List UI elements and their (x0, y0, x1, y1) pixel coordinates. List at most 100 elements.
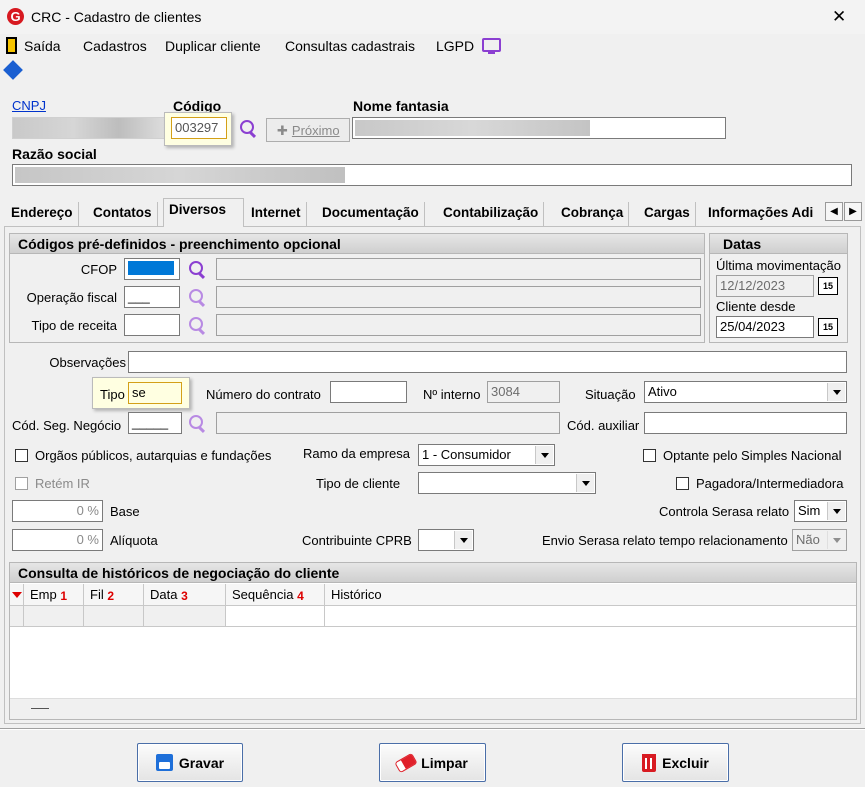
seg-negocio-search-icon[interactable] (188, 414, 206, 432)
col-sequencia-label: Sequência (232, 587, 294, 602)
tab-cobranca[interactable]: Cobrança (556, 202, 630, 226)
sort-indicator-icon (10, 584, 24, 606)
envio-serasa-select: Não (792, 529, 847, 551)
col-fil[interactable]: Fil 2 (84, 584, 144, 606)
menu-cadastros[interactable]: Cadastros (83, 38, 147, 54)
cliente-desde-label: Cliente desde (716, 299, 796, 314)
tab-diversos[interactable]: Diversos (163, 198, 244, 227)
cfop-description (216, 258, 701, 280)
col-data[interactable]: Data 3 (144, 584, 226, 606)
chevron-down-icon (827, 531, 845, 549)
limpar-button[interactable]: Limpar (379, 743, 486, 782)
title-bar: G CRC - Cadastro de clientes ✕ (0, 0, 865, 34)
gravar-label: Gravar (178, 754, 225, 771)
historico-title: Consulta de históricos de negociação do … (10, 563, 856, 583)
table-row[interactable] (10, 606, 856, 627)
diamond-nav-icon[interactable] (3, 60, 23, 80)
gravar-button[interactable]: Gravar (137, 743, 243, 782)
calendar-icon-2[interactable]: 15 (818, 318, 838, 336)
envio-serasa-value: Não (796, 532, 820, 547)
numero-interno-label: Nº interno (423, 387, 481, 402)
eraser-icon (394, 751, 418, 774)
close-icon[interactable]: ✕ (832, 7, 846, 27)
col-emp[interactable]: Emp 1 (24, 584, 84, 606)
cprb-label: Contribuinte CPRB (302, 533, 412, 548)
situacao-label: Situação (585, 387, 636, 402)
numero-contrato-field[interactable] (330, 381, 407, 403)
menu-bar: Saída Cadastros Duplicar cliente Consult… (0, 34, 865, 58)
tab-contatos[interactable]: Contatos (88, 202, 158, 226)
cnpj-field[interactable] (12, 117, 165, 139)
orgaos-publicos-checkbox[interactable] (15, 449, 28, 462)
operacao-search-icon[interactable] (188, 288, 206, 306)
operacao-fiscal-label: Operação fiscal (26, 290, 117, 305)
retem-ir-checkbox[interactable] (15, 477, 28, 490)
tab-scroll-left-icon[interactable]: ◀ (825, 202, 843, 221)
sort-badge-3: 3 (181, 589, 188, 603)
tab-internet[interactable]: Internet (246, 202, 307, 226)
operacao-fiscal-field[interactable]: ___ (124, 286, 180, 308)
numero-contrato-label: Número do contrato (206, 387, 321, 402)
menu-consultas-cadastrais[interactable]: Consultas cadastrais (285, 38, 415, 54)
col-fil-label: Fil (90, 587, 104, 602)
codigo-field[interactable]: 003297 (171, 117, 227, 139)
excluir-button[interactable]: Excluir (622, 743, 729, 782)
retem-ir-label: Retém IR (35, 476, 90, 491)
orgaos-publicos-label: Orgãos públicos, autarquias e fundações (35, 448, 272, 463)
base-field[interactable]: 0 % (12, 500, 103, 522)
col-sequencia[interactable]: Sequência 4 (226, 584, 325, 606)
simples-nacional-checkbox[interactable] (643, 449, 656, 462)
seg-negocio-label: Cód. Seg. Negócio (12, 418, 122, 433)
seg-negocio-field[interactable]: _____ (128, 412, 182, 434)
calendar-icon[interactable]: 15 (818, 277, 838, 295)
tab-cargas[interactable]: Cargas (639, 202, 696, 226)
proximo-button[interactable]: ✚ Próximo (266, 118, 350, 142)
codigos-title: Códigos pré-definidos - preenchimento op… (10, 234, 704, 254)
tab-endereco[interactable]: Endereço (6, 202, 79, 226)
tipo-label: Tipo (100, 387, 125, 402)
aliquota-label: Alíquota (110, 533, 158, 548)
situacao-select[interactable]: Ativo (644, 381, 847, 403)
tab-informacoes-adicionais[interactable]: Informações Adi (703, 202, 827, 226)
menu-lgpd[interactable]: LGPD (436, 38, 474, 54)
codigo-search-icon[interactable] (239, 119, 257, 137)
aliquota-field[interactable]: 0 % (12, 529, 103, 551)
ramo-empresa-label: Ramo da empresa (303, 446, 410, 461)
serasa-relato-value: Sim (798, 503, 821, 518)
chevron-down-icon (535, 446, 553, 464)
razao-social-label: Razão social (12, 146, 97, 162)
ramo-empresa-value: 1 - Consumidor (422, 447, 511, 462)
cfop-field[interactable] (124, 258, 180, 280)
cod-auxiliar-field[interactable] (644, 412, 847, 434)
col-historico[interactable]: Histórico (325, 584, 856, 606)
tab-documentacao[interactable]: Documentação (317, 202, 425, 226)
chevron-down-icon (827, 383, 845, 401)
menu-duplicar-cliente[interactable]: Duplicar cliente (165, 38, 261, 54)
cprb-select[interactable] (418, 529, 474, 551)
cfop-search-icon[interactable] (188, 260, 206, 278)
pagadora-checkbox[interactable] (676, 477, 689, 490)
tab-scroll-right-icon[interactable]: ▶ (844, 202, 862, 221)
cfop-label: CFOP (80, 262, 117, 277)
nome-fantasia-redacted (355, 120, 590, 136)
sort-badge-2: 2 (107, 589, 115, 603)
tipo-cliente-select[interactable] (418, 472, 596, 494)
tipo-receita-field[interactable] (124, 314, 180, 336)
menu-saida[interactable]: Saída (24, 38, 61, 54)
datas-title: Datas (710, 234, 847, 254)
serasa-relato-select[interactable]: Sim (794, 500, 847, 522)
col-emp-label: Emp (30, 587, 57, 602)
cliente-desde-field[interactable]: 25/04/2023 (716, 316, 814, 338)
ramo-empresa-select[interactable]: 1 - Consumidor (418, 444, 555, 466)
tab-contabilizacao[interactable]: Contabilização (438, 202, 545, 226)
trash-icon (642, 753, 657, 772)
app-logo-icon: G (7, 8, 24, 25)
chevron-down-icon (827, 502, 845, 520)
tipo-field[interactable]: se (128, 382, 182, 404)
seg-negocio-description (216, 412, 560, 434)
receita-search-icon[interactable] (188, 316, 206, 334)
cnpj-link[interactable]: CNPJ (12, 98, 46, 113)
monitor-icon[interactable] (482, 38, 501, 52)
observacoes-field[interactable] (128, 351, 847, 373)
window-title: CRC - Cadastro de clientes (31, 9, 202, 25)
